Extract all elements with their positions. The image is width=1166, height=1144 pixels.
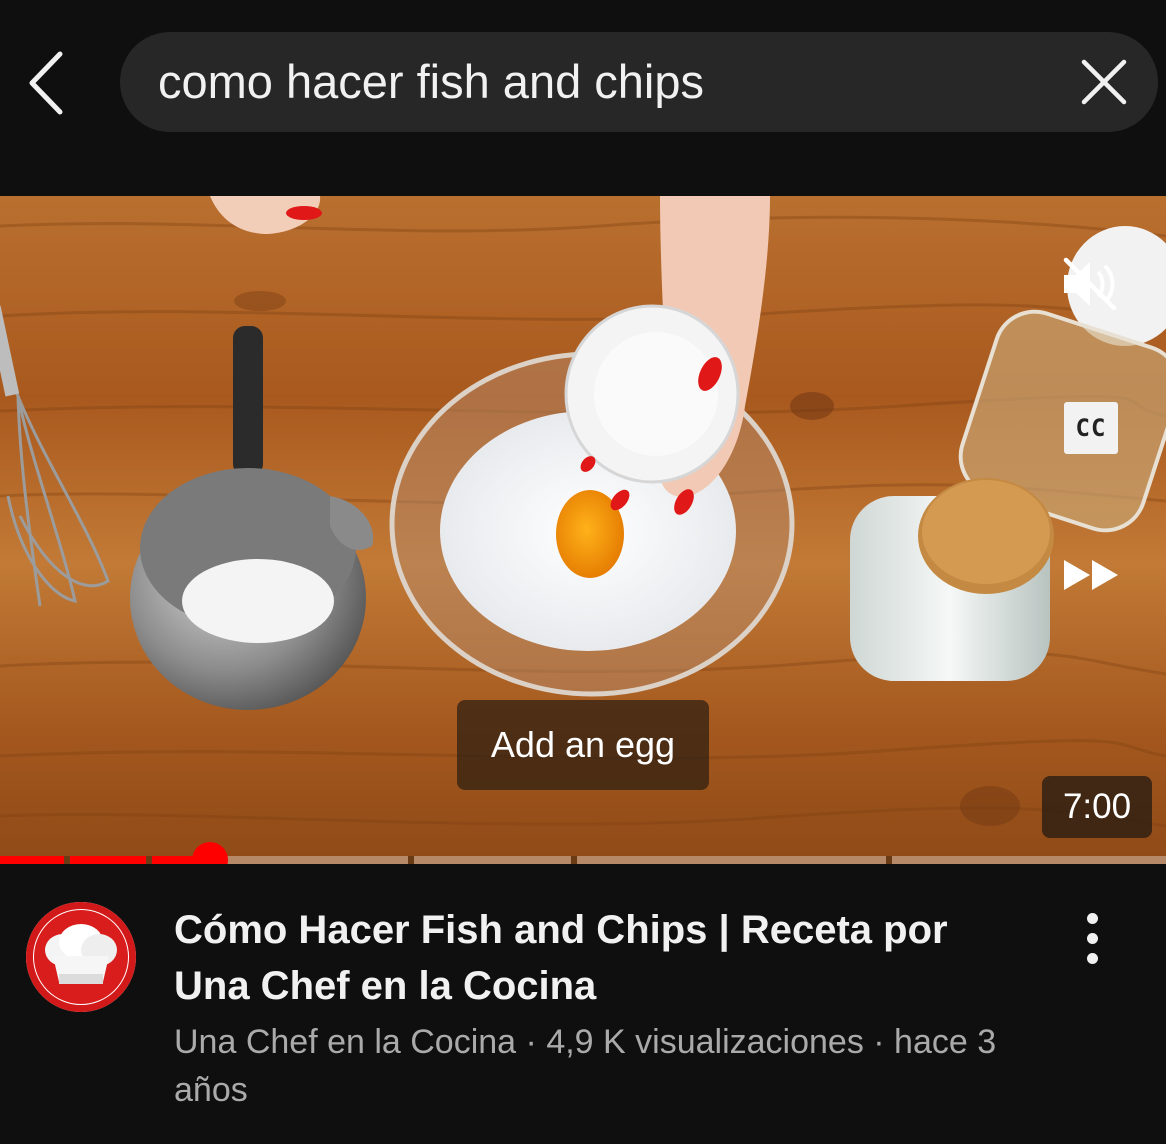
mute-button[interactable] [1058, 254, 1122, 314]
separator: · [863, 1023, 895, 1061]
chapter-marker [64, 856, 71, 864]
video-player[interactable]: CC Add an egg 7:00 [0, 196, 1166, 864]
more-options-button[interactable] [1064, 910, 1120, 966]
more-vertical-icon [1086, 912, 1098, 924]
clear-search-button[interactable] [1074, 52, 1134, 112]
chapter-marker [571, 856, 578, 864]
back-button[interactable] [14, 44, 78, 122]
video-subtitle: Una Chef en la Cocina · 4,9 K visualizac… [174, 1018, 1034, 1114]
view-count: 4,9 K visualizaciones [546, 1023, 864, 1061]
caption-text: Add an egg [457, 700, 709, 790]
search-query-text[interactable]: como hacer fish and chips [158, 32, 704, 132]
channel-name[interactable]: Una Chef en la Cocina [174, 1023, 516, 1061]
volume-muted-icon [1063, 257, 1117, 311]
progress-fill [0, 856, 199, 864]
chapter-marker [145, 856, 152, 864]
video-title[interactable]: Cómo Hacer Fish and Chips | Receta por U… [174, 902, 1034, 1014]
close-icon [1081, 59, 1127, 105]
channel-avatar[interactable] [26, 902, 136, 1012]
search-header: como hacer fish and chips [0, 0, 1166, 196]
duration-badge: 7:00 [1042, 776, 1152, 838]
fast-forward-icon [1064, 560, 1118, 590]
search-box[interactable]: como hacer fish and chips [120, 32, 1158, 132]
video-info: Cómo Hacer Fish and Chips | Receta por U… [0, 864, 1166, 1144]
chef-hat-icon [34, 910, 128, 1004]
chapter-marker [408, 856, 415, 864]
captions-icon: CC [1064, 402, 1118, 454]
separator: · [516, 1023, 547, 1061]
more-vertical-icon-dot [1086, 952, 1098, 964]
fast-forward-button[interactable] [1058, 550, 1124, 600]
progress-bar[interactable] [0, 856, 1166, 864]
captions-button[interactable]: CC [1062, 400, 1120, 456]
chevron-left-icon [29, 51, 63, 115]
chapter-marker [886, 856, 893, 864]
more-vertical-icon-dot [1086, 932, 1098, 944]
